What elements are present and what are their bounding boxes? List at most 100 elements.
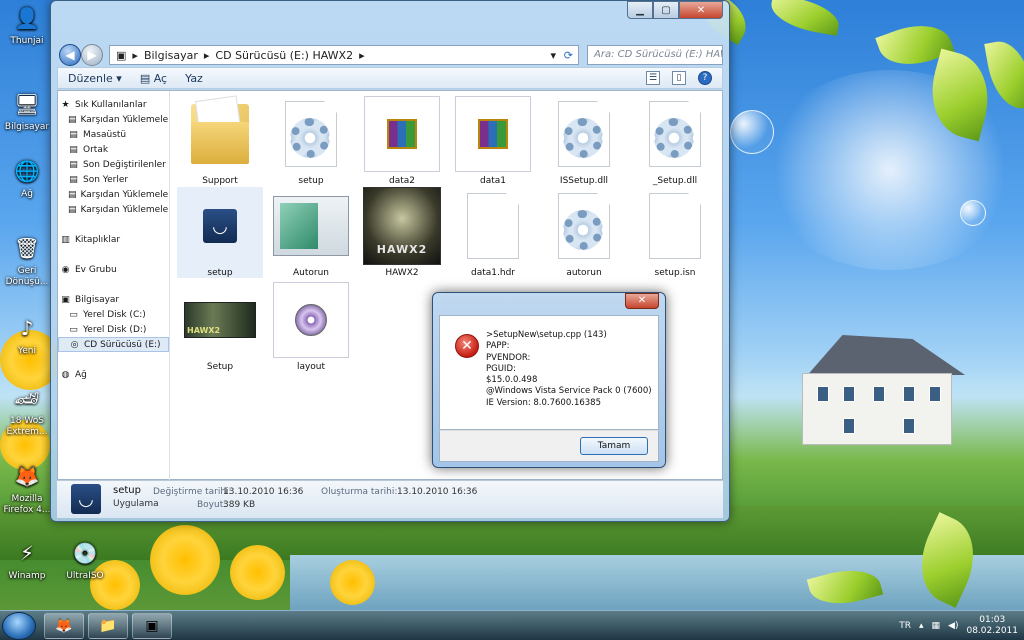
desktop-icon[interactable]: ♪ Yeni xyxy=(2,312,52,357)
file-item[interactable]: data1 xyxy=(450,95,536,186)
autorun-window-icon xyxy=(273,196,349,256)
file-item[interactable]: ISSetup.dll xyxy=(541,95,627,186)
desktop-icon-label: UltraISO xyxy=(66,571,104,581)
back-button[interactable]: ◀ xyxy=(59,44,81,66)
file-name: data1 xyxy=(480,176,506,186)
clock-date: 08.02.2011 xyxy=(966,626,1018,636)
libraries-icon: ▥ xyxy=(61,234,70,245)
language-indicator[interactable]: TR xyxy=(899,621,911,631)
details-created-label: Oluşturma tarihi: xyxy=(321,487,398,497)
error-message-line: >SetupNew\setup.cpp (143) xyxy=(486,330,607,340)
nav-item[interactable]: ▭ Yerel Disk (C:) xyxy=(58,307,169,322)
file-name: Autorun xyxy=(292,268,329,278)
nav-item[interactable]: ▤ Karşıdan Yüklemeler xyxy=(58,112,169,127)
desktop-icon[interactable]: 👤 Thunjai xyxy=(2,2,52,47)
ultraiso-icon: 💿 xyxy=(72,540,98,565)
file-name: setup xyxy=(298,176,324,186)
search-input[interactable]: Ara: CD Sürücüsü (E:) HAWX2 xyxy=(587,45,723,65)
nav-item-label: Yerel Disk (D:) xyxy=(83,324,147,335)
leaf-decoration xyxy=(767,0,843,36)
file-item[interactable]: data1.hdr xyxy=(450,187,536,278)
maximize-button[interactable]: ▢ xyxy=(653,1,679,19)
open-button[interactable]: ▤ Aç xyxy=(140,72,167,85)
computer-icon: ▣ xyxy=(61,294,70,305)
nav-item[interactable]: ◉ Ev Grubu xyxy=(58,262,169,277)
file-item[interactable]: setup xyxy=(268,95,354,186)
burn-button[interactable]: Yaz xyxy=(185,72,203,85)
taskbar-firefox-button[interactable]: 🦊 xyxy=(44,613,84,639)
game-banner-icon: HAWX2 xyxy=(184,302,256,338)
desktop-icon-label: Mozilla Firefox 4... xyxy=(3,494,51,515)
nav-item[interactable]: ★ Sık Kullanılanlar xyxy=(58,97,169,112)
breadcrumb-item-cd-drive[interactable]: CD Sürücüsü (E:) HAWX2 xyxy=(215,49,353,62)
nav-item-label: Ortak xyxy=(83,144,109,155)
taskbar-explorer-button[interactable]: 📁 xyxy=(88,613,128,639)
error-message-line: IE Version: 8.0.7600.16385 xyxy=(486,397,601,408)
flower-decoration xyxy=(150,525,220,595)
error-dialog[interactable]: ✕ ✕ >SetupNew\setup.cpp (143) PAPP: PVENDO… xyxy=(432,292,666,468)
tray-expand-icon[interactable]: ▴ xyxy=(919,621,924,631)
file-item[interactable]: ◡ setup xyxy=(177,187,263,278)
desktop-icon[interactable]: 🏎 18 WoS Extrem... xyxy=(2,382,52,438)
desktop-icon[interactable]: 🗑 Geri Dönüşü... xyxy=(2,232,52,288)
file-item[interactable]: HAWX2 HAWX2 xyxy=(359,187,445,278)
desktop-icon[interactable]: 🌐 Ağ xyxy=(2,155,52,200)
network-icon: ◍ xyxy=(61,369,70,380)
nav-item[interactable]: ▤ Masaüstü xyxy=(58,127,169,142)
desktop-icon-label: Geri Dönüşü... xyxy=(5,266,49,287)
nav-item-label: Ağ xyxy=(75,369,87,380)
minimize-button[interactable]: ▁ xyxy=(627,1,653,19)
organize-button[interactable]: Düzenle ▾ xyxy=(68,72,122,85)
nav-item[interactable]: ▣ Bilgisayar xyxy=(58,292,169,307)
nav-item[interactable]: ▥ Kitaplıklar xyxy=(58,232,169,247)
file-item[interactable]: layout xyxy=(268,281,354,372)
nav-item[interactable]: ▤ Karşıdan Yüklemeler xyxy=(58,202,169,217)
file-item[interactable]: HAWX2 Setup xyxy=(177,281,263,372)
command-bar: Düzenle ▾ ▤ Aç Yaz ☰ ▯ ? xyxy=(57,67,723,89)
volume-icon[interactable]: ◀) xyxy=(948,621,958,631)
desktop-icon-label: 18 WoS Extrem... xyxy=(6,416,48,437)
ok-button[interactable]: Tamam xyxy=(580,437,648,455)
file-name: data1.hdr xyxy=(471,268,515,278)
file-item[interactable]: _Setup.dll xyxy=(632,95,718,186)
cd-drive-icon: ◎ xyxy=(70,339,79,350)
forward-button[interactable]: ▶ xyxy=(81,44,103,66)
dialog-close-button[interactable]: ✕ xyxy=(625,293,659,309)
drive-icon: ▭ xyxy=(69,309,78,320)
address-dropdown-icon[interactable]: ▾ xyxy=(550,49,556,62)
nav-item[interactable]: ▭ Yerel Disk (D:) xyxy=(58,322,169,337)
error-icon: ✕ xyxy=(455,334,479,358)
file-item[interactable]: setup.isn xyxy=(632,187,718,278)
nav-item[interactable]: ▤ Son Değiştirilenler xyxy=(58,157,169,172)
address-bar[interactable]: ▣ ▸ Bilgisayar ▸ CD Sürücüsü (E:) HAWX2 … xyxy=(109,45,579,65)
refresh-icon[interactable]: ⟳ xyxy=(564,49,573,62)
file-item[interactable]: autorun xyxy=(541,187,627,278)
desktop-icon[interactable]: 🦊 Mozilla Firefox 4... xyxy=(2,460,52,516)
preview-pane-icon[interactable]: ▯ xyxy=(672,71,686,85)
file-item[interactable]: Autorun xyxy=(268,187,354,278)
desktop-icon[interactable]: 🖥 Bilgisayar xyxy=(2,88,52,133)
nav-item[interactable]: ▤ Karşıdan Yüklemeler xyxy=(58,187,169,202)
clock[interactable]: 01:03 08.02.2011 xyxy=(966,615,1018,637)
nav-item[interactable]: ▤ Son Yerler xyxy=(58,172,169,187)
help-icon[interactable]: ? xyxy=(698,71,712,85)
desktop-icon-label: Winamp xyxy=(8,571,46,581)
file-thumbnail xyxy=(636,95,714,173)
nav-item[interactable]: ◎ CD Sürücüsü (E:) xyxy=(58,337,169,352)
nav-item[interactable]: ▤ Ortak xyxy=(58,142,169,157)
network-tray-icon[interactable]: ▦ xyxy=(932,621,941,631)
file-item[interactable]: Support xyxy=(177,95,263,186)
file-item[interactable]: data2 xyxy=(359,95,445,186)
start-button[interactable] xyxy=(2,612,36,640)
desktop-icon-label: Ağ xyxy=(21,189,33,199)
view-controls: ☰ ▯ ? xyxy=(646,71,712,85)
view-options-icon[interactable]: ☰ xyxy=(646,71,660,85)
close-button[interactable]: ✕ xyxy=(679,1,723,19)
breadcrumb-item-computer[interactable]: Bilgisayar xyxy=(144,49,198,62)
desktop-icon[interactable]: ⚡ Winamp xyxy=(2,537,52,582)
nav-item-label: Son Değiştirilenler xyxy=(83,159,166,170)
nav-item[interactable]: ◍ Ağ xyxy=(58,367,169,382)
taskbar-setup-button[interactable]: ▣ xyxy=(132,613,172,639)
desktop-icon[interactable]: 💿 UltraISO xyxy=(60,537,110,582)
